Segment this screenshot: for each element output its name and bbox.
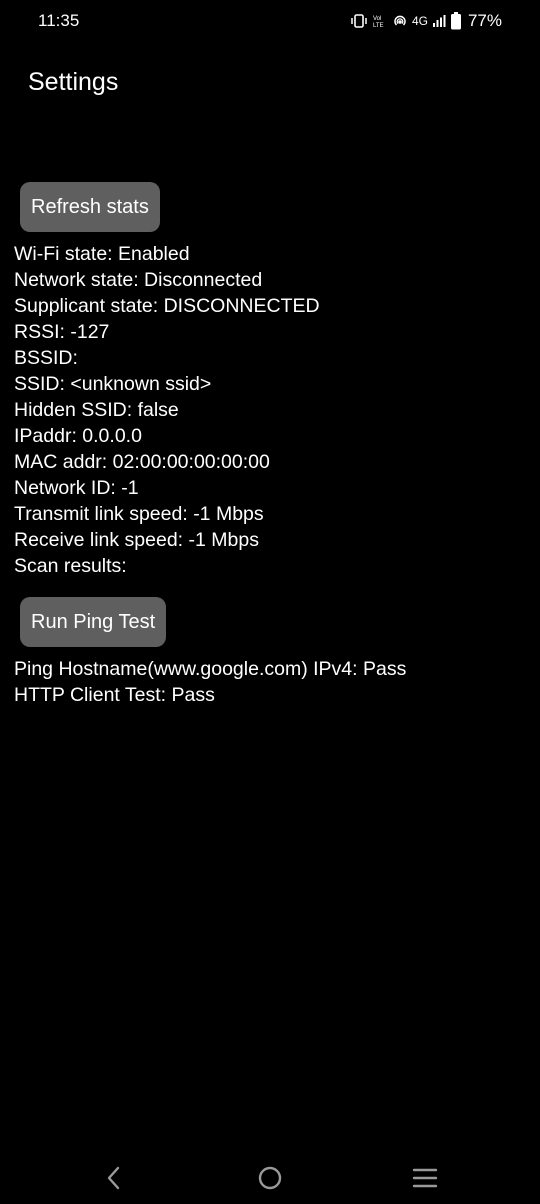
stat-label: MAC addr: [14, 451, 113, 473]
result-label: Ping Hostname(www.google.com) IPv4: [14, 658, 363, 680]
stat-network-state: Network state: Disconnected [14, 267, 320, 293]
stat-label: Scan results: [14, 555, 127, 577]
hotspot-icon [392, 14, 408, 28]
status-bar: 11:35 Vol LTE 4G 77% [0, 0, 540, 44]
navigation-bar [0, 1150, 540, 1204]
stat-scan-results: Scan results: [14, 553, 320, 579]
recents-icon[interactable] [407, 1160, 443, 1196]
stat-value: 0.0.0.0 [82, 425, 142, 447]
stat-value: DISCONNECTED [163, 295, 320, 317]
stat-label: Network state: [14, 269, 145, 291]
run-ping-test-button[interactable]: Run Ping Test [20, 597, 167, 647]
status-icons: Vol LTE 4G 77% [350, 11, 502, 31]
stat-transmit-speed: Transmit link speed: -1 Mbps [14, 501, 320, 527]
page-title: Settings [28, 68, 119, 96]
ping-result-http: HTTP Client Test: Pass [14, 682, 406, 708]
stat-label: RSSI: [14, 321, 71, 343]
stat-ipaddr: IPaddr: 0.0.0.0 [14, 423, 320, 449]
result-value: Pass [171, 684, 215, 706]
stat-mac-addr: MAC addr: 02:00:00:00:00:00 [14, 449, 320, 475]
ping-results-list: Ping Hostname(www.google.com) IPv4: Pass… [14, 656, 406, 708]
status-time: 11:35 [38, 11, 80, 30]
stat-supplicant-state: Supplicant state: DISCONNECTED [14, 293, 320, 319]
stat-wifi-state: Wi-Fi state: Enabled [14, 241, 320, 267]
stat-label: BSSID: [14, 347, 78, 369]
volte-icon: Vol LTE [372, 14, 388, 28]
battery-icon [450, 12, 462, 30]
battery-percent: 77% [467, 11, 502, 30]
back-icon[interactable] [96, 1160, 132, 1196]
stat-value: -1 [121, 477, 139, 499]
stat-value: 02:00:00:00:00:00 [112, 451, 270, 473]
stat-label: Supplicant state: [14, 295, 164, 317]
stat-label: IPaddr: [14, 425, 83, 447]
vibrate-icon [350, 14, 368, 28]
stat-label: Hidden SSID: [14, 399, 138, 421]
network-type: 4G [411, 14, 428, 28]
stat-value: false [137, 399, 179, 421]
stat-value: -127 [70, 321, 110, 343]
stat-label: Wi-Fi state: [14, 243, 119, 265]
stat-bssid: BSSID: [14, 345, 320, 371]
stat-value: Enabled [118, 243, 190, 265]
svg-text:Vol: Vol [373, 16, 381, 22]
wifi-stats-list: Wi-Fi state: Enabled Network state: Disc… [14, 241, 320, 579]
stat-label: Network ID: [14, 477, 122, 499]
stat-value: <unknown ssid> [70, 373, 212, 395]
stat-rssi: RSSI: -127 [14, 319, 320, 345]
signal-icon [432, 14, 446, 28]
stat-ssid: SSID: <unknown ssid> [14, 371, 320, 397]
result-value: Pass [362, 658, 407, 680]
stat-label: SSID: [14, 373, 71, 395]
stat-value: -1 Mbps [193, 503, 264, 525]
stat-hidden-ssid: Hidden SSID: false [14, 397, 320, 423]
stat-value: -1 Mbps [188, 529, 259, 551]
refresh-stats-button[interactable]: Refresh stats [20, 182, 160, 232]
svg-text:LTE: LTE [373, 23, 384, 28]
stat-label: Transmit link speed: [14, 503, 194, 525]
home-icon[interactable] [252, 1160, 288, 1196]
result-label: HTTP Client Test: [14, 684, 172, 706]
stat-receive-speed: Receive link speed: -1 Mbps [14, 527, 320, 553]
stat-value: Disconnected [144, 269, 263, 291]
stat-label: Receive link speed: [14, 529, 189, 551]
stat-network-id: Network ID: -1 [14, 475, 320, 501]
ping-result-ipv4: Ping Hostname(www.google.com) IPv4: Pass [14, 656, 406, 682]
